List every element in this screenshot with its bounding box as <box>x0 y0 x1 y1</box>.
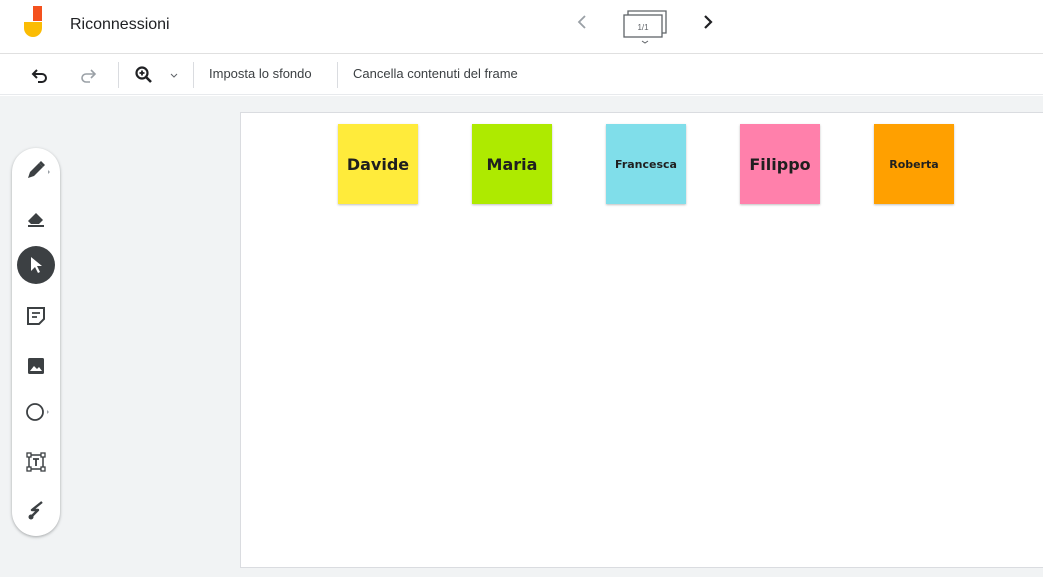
image-tool[interactable] <box>24 354 48 378</box>
redo-button[interactable] <box>76 63 100 87</box>
pen-icon <box>28 161 50 178</box>
text-box-tool[interactable] <box>24 450 48 474</box>
shape-tool[interactable] <box>24 400 56 424</box>
frames-icon: 1/1 <box>623 10 667 44</box>
divider <box>193 62 194 88</box>
sticky-note-text: Maria <box>486 154 538 174</box>
sticky-note[interactable]: Filippo <box>740 124 820 204</box>
chevron-left-icon <box>577 15 586 29</box>
circle-icon <box>26 403 49 421</box>
set-background-button[interactable]: Imposta lo sfondo <box>209 66 312 81</box>
laser-tool[interactable] <box>24 498 48 522</box>
sticky-note[interactable]: Davide <box>338 124 418 204</box>
sticky-note-tool[interactable] <box>24 304 48 328</box>
clear-frame-button[interactable]: Cancella contenuti del frame <box>353 66 518 81</box>
dropdown-arrow-icon <box>170 73 178 78</box>
select-tool[interactable] <box>17 246 55 284</box>
next-frame-button[interactable] <box>698 12 718 36</box>
image-icon <box>28 358 44 374</box>
previous-frame-button[interactable] <box>572 12 592 36</box>
sticky-note[interactable]: Roberta <box>874 124 954 204</box>
tool-rail <box>12 148 60 536</box>
app-header: Riconnessioni 1/1 <box>0 0 1043 54</box>
sticky-note-text: Roberta <box>889 157 939 171</box>
undo-button[interactable] <box>28 63 52 87</box>
zoom-button[interactable] <box>132 63 178 87</box>
sticky-note-text: Filippo <box>749 154 811 174</box>
pen-tool[interactable] <box>24 158 50 182</box>
sticky-note[interactable]: Maria <box>472 124 552 204</box>
sticky-note-text: Francesca <box>615 157 677 171</box>
frame-bar-button[interactable]: 1/1 <box>620 6 670 44</box>
eraser-icon <box>28 213 44 227</box>
divider <box>337 62 338 88</box>
sticky-note[interactable]: Francesca <box>606 124 686 204</box>
toolbar: Imposta lo sfondo Cancella contenuti del… <box>0 55 1043 95</box>
chevron-right-icon <box>704 15 713 29</box>
frame-counter: 1/1 <box>637 23 649 32</box>
redo-icon <box>81 69 97 83</box>
text-box-icon <box>26 452 46 472</box>
divider <box>118 62 119 88</box>
laser-icon <box>28 501 43 520</box>
sticky-note-text: Davide <box>346 154 410 174</box>
zoom-in-icon <box>135 66 152 83</box>
jamboard-logo <box>24 6 42 37</box>
frame-canvas[interactable]: Davide Maria Francesca Filippo Roberta <box>240 112 1043 568</box>
sticky-note-icon <box>27 307 45 325</box>
eraser-tool[interactable] <box>24 206 48 230</box>
undo-icon <box>31 69 47 83</box>
app-title[interactable]: Riconnessioni <box>70 16 170 34</box>
cursor-icon <box>31 257 42 273</box>
